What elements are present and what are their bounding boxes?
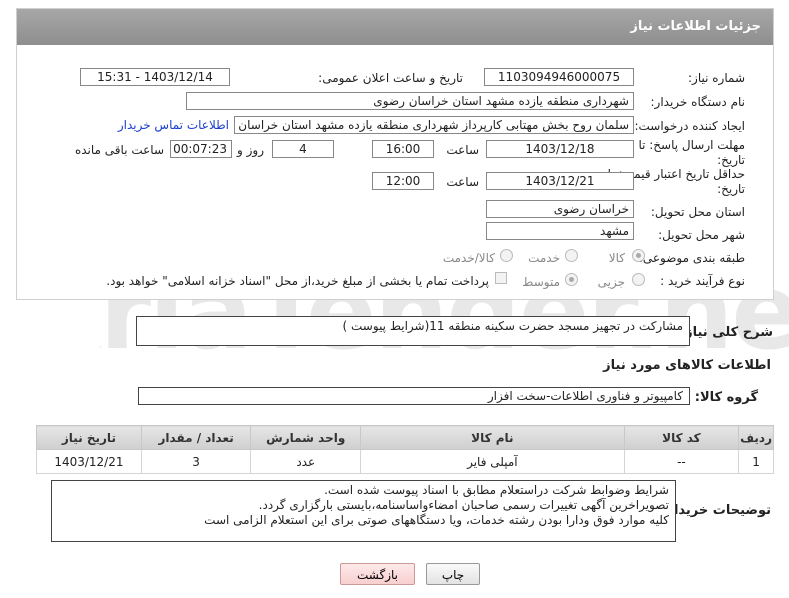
- reply-deadline-label: مهلت ارسال پاسخ: تا: [638, 138, 745, 152]
- price-time-field: 12:00: [372, 172, 434, 190]
- requester-field: سلمان روح بخش مهتابی کارپرداز شهرداری من…: [234, 116, 634, 134]
- need-number-field: 1103094946000075: [484, 68, 634, 86]
- treasury-payment-note: پرداخت تمام یا بخشی از مبلغ خرید،از محل …: [106, 274, 489, 288]
- process-option-minor: جزیی: [597, 275, 625, 289]
- province-label: استان محل تحویل:: [650, 205, 745, 219]
- goods-table: ردیف کد کالا نام کالا واحد شمارش تعداد /…: [36, 425, 774, 474]
- table-cell-quantity: 3: [140, 449, 252, 474]
- category-radio-goods[interactable]: [632, 249, 645, 262]
- days-field: 4: [272, 140, 334, 158]
- price-date-field: 1403/12/21: [486, 172, 634, 190]
- remaining-label: ساعت باقی مانده: [74, 143, 164, 157]
- city-label: شهر محل تحویل:: [658, 228, 745, 242]
- table-cell-row-no: 1: [738, 449, 774, 474]
- requester-label: ایجاد کننده درخواست:: [634, 119, 745, 133]
- table-header-name: نام کالا: [360, 425, 625, 450]
- table-header-code: کد کالا: [623, 425, 740, 450]
- buyer-label: نام دستگاه خریدار:: [650, 95, 746, 109]
- table-header-quantity: تعداد / مقدار: [140, 425, 252, 450]
- description-field: مشارکت در تجهیز مسجد حضرت سکینه منطقه 11…: [136, 316, 690, 346]
- category-option-service: خدمت: [528, 251, 560, 265]
- back-button[interactable]: بازگشت: [340, 563, 415, 585]
- price-time-label: ساعت: [446, 175, 479, 189]
- reply-time-field: 16:00: [372, 140, 434, 158]
- process-option-medium: متوسط: [522, 275, 560, 289]
- buyer-note-line: شرایط وضوابط شرکت دراستعلام مطابق با اسن…: [324, 483, 669, 497]
- city-field: مشهد: [486, 222, 634, 240]
- goods-info-title: اطلاعات کالاهای مورد نیاز: [603, 358, 771, 373]
- goods-group-label: گروه کالا:: [694, 390, 758, 405]
- table-cell-name: آمپلی فایر: [360, 449, 625, 474]
- announce-field: 1403/12/14 - 15:31: [80, 68, 230, 86]
- reply-date-field: 1403/12/18: [486, 140, 634, 158]
- contact-buyer-link[interactable]: اطلاعات تماس خریدار: [118, 118, 229, 132]
- province-field: خراسان رضوی: [486, 200, 634, 218]
- remaining-time-field: 00:07:23: [170, 140, 232, 158]
- buyer-notes-field: شرایط وضوابط شرکت دراستعلام مطابق با اسن…: [51, 480, 676, 542]
- print-button[interactable]: چاپ: [426, 563, 480, 585]
- reply-time-label: ساعت: [446, 143, 479, 157]
- treasury-payment-checkbox[interactable]: [495, 272, 507, 284]
- category-radio-service[interactable]: [565, 249, 578, 262]
- buyer-field: شهرداری منطقه یازده مشهد استان خراسان رض…: [186, 92, 634, 110]
- announce-label: تاریخ و ساعت اعلان عمومی:: [318, 71, 463, 85]
- process-radio-medium[interactable]: [565, 273, 578, 286]
- buyer-notes-label: توضیحات خریدار:: [661, 503, 771, 518]
- category-option-both: کالا/خدمت: [442, 251, 495, 265]
- table-row: 1 -- آمپلی فایر عدد 3 1403/12/21: [36, 449, 774, 474]
- process-label: نوع فرآیند خرید :: [660, 274, 745, 288]
- buyer-note-line: تصویراخرین آگهی تغییرات رسمی صاحبان امضا…: [258, 498, 669, 512]
- reply-deadline-label-2: تاریخ:: [717, 153, 745, 167]
- category-label: طبقه بندی موضوعی:: [638, 251, 745, 265]
- goods-group-field: کامپیوتر و فناوری اطلاعات-سخت افزار: [138, 387, 690, 405]
- description-text: مشارکت در تجهیز مسجد حضرت سکینه منطقه 11…: [342, 319, 683, 333]
- process-radio-minor[interactable]: [632, 273, 645, 286]
- table-cell-date: 1403/12/21: [36, 449, 142, 474]
- description-label: شرح کلی نیاز:: [679, 325, 773, 340]
- page-title: جزئیات اطلاعات نیاز: [17, 9, 773, 45]
- price-deadline-label-2: تاریخ:: [717, 182, 745, 196]
- category-option-goods: کالا: [608, 251, 625, 265]
- buyer-note-line: کلیه موارد فوق ودارا بودن رشته خدمات، وی…: [204, 513, 669, 527]
- table-cell-code: --: [623, 449, 740, 474]
- days-label: روز و: [237, 143, 264, 157]
- table-header-row-no: ردیف: [738, 425, 774, 450]
- table-header-date: تاریخ نیاز: [36, 425, 142, 450]
- category-radio-both[interactable]: [500, 249, 513, 262]
- table-header-unit: واحد شمارش: [250, 425, 362, 450]
- table-cell-unit: عدد: [250, 449, 362, 474]
- need-number-label: شماره نیاز:: [688, 71, 745, 85]
